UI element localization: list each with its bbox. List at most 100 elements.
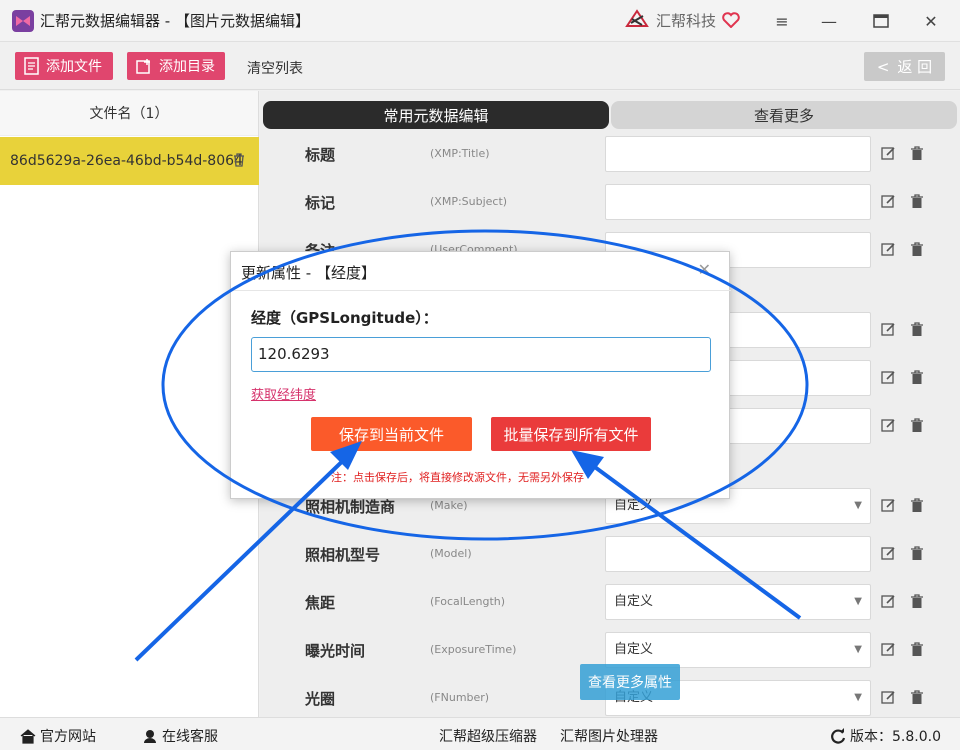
edit-icon[interactable]: [881, 194, 896, 209]
add-file-icon: [24, 57, 39, 75]
website-label: 官方网站: [40, 729, 96, 745]
longitude-input[interactable]: 120.6293: [251, 337, 711, 372]
edit-icon[interactable]: [881, 370, 896, 385]
field-select[interactable]: 自定义 ▼: [605, 584, 871, 620]
more-properties-button[interactable]: 查看更多属性: [580, 664, 680, 700]
dialog-close-icon[interactable]: ✕: [698, 260, 711, 279]
trash-icon[interactable]: [910, 370, 924, 385]
add-dir-label: 添加目录: [159, 59, 215, 75]
field-key: (Make): [430, 499, 468, 512]
edit-icon[interactable]: [881, 322, 896, 337]
file-name: 86d5629a-26ea-46bd-b54d-8064: [10, 153, 243, 169]
update-property-dialog: 更新属性 - 【经度】 ✕ 经度（GPSLongitude）： 120.6293…: [230, 251, 731, 499]
compressor-link[interactable]: 汇帮超级压缩器: [439, 726, 537, 746]
edit-icon[interactable]: [881, 546, 896, 561]
add-file-label: 添加文件: [46, 59, 102, 75]
field-label: 光圈: [305, 690, 336, 708]
select-value: 自定义: [614, 594, 654, 609]
field-key: (FNumber): [430, 691, 490, 704]
add-folder-icon: [136, 58, 150, 74]
chevron-left-icon: <: [876, 57, 890, 76]
trash-icon[interactable]: [910, 418, 924, 433]
field-key: (XMP:Subject): [430, 195, 508, 208]
trash-icon[interactable]: [910, 546, 924, 561]
field-key: (Model): [430, 547, 472, 560]
support-label: 在线客服: [162, 729, 218, 745]
trash-icon[interactable]: [910, 146, 924, 161]
delete-file-icon[interactable]: [233, 153, 245, 167]
field-label: 标题: [305, 146, 336, 164]
file-list-panel: 文件名（1） 86d5629a-26ea-46bd-b54d-8064: [0, 91, 259, 717]
app-logo-icon: [12, 9, 34, 32]
trash-icon[interactable]: [910, 690, 924, 705]
clear-list-button[interactable]: 清空列表: [247, 58, 303, 78]
version-label: 版本：5.8.0.0: [850, 729, 941, 745]
save-current-button[interactable]: 保存到当前文件: [311, 417, 472, 451]
field-row-model: 照相机型号 (Model): [260, 530, 960, 578]
edit-icon[interactable]: [881, 242, 896, 257]
save-note: 注：点击保存后，将直接修改源文件，无需另外保存: [331, 471, 584, 484]
brand-logo-icon: [625, 9, 649, 27]
dropdown-caret-icon: ▼: [854, 692, 862, 703]
longitude-label: 经度（GPSLongitude）：: [251, 309, 438, 327]
edit-icon[interactable]: [881, 498, 896, 513]
maximize-icon[interactable]: [866, 6, 896, 36]
window-title: 汇帮元数据编辑器 - 【图片元数据编辑】: [40, 12, 310, 30]
menu-icon[interactable]: ≡: [767, 6, 797, 36]
trash-icon[interactable]: [910, 498, 924, 513]
edit-icon[interactable]: [881, 418, 896, 433]
edit-icon[interactable]: [881, 642, 896, 657]
field-input[interactable]: [605, 184, 871, 220]
dialog-title: 更新属性 - 【经度】: [241, 264, 376, 282]
edit-icon[interactable]: [881, 146, 896, 161]
field-row-title: 标题 (XMP:Title): [260, 130, 960, 178]
dropdown-caret-icon: ▼: [854, 644, 862, 655]
field-input[interactable]: [605, 136, 871, 172]
field-key: (FocalLength): [430, 595, 506, 608]
brand-name: 汇帮科技: [656, 11, 717, 30]
add-dir-button[interactable]: 添加目录: [127, 52, 225, 80]
trash-icon[interactable]: [910, 594, 924, 609]
trash-icon[interactable]: [910, 322, 924, 337]
title-bar: 汇帮元数据编辑器 - 【图片元数据编辑】 汇帮科技 ≡ — ✕: [0, 0, 960, 42]
close-icon[interactable]: ✕: [916, 6, 946, 36]
trash-icon[interactable]: [910, 194, 924, 209]
field-label: 照相机制造商: [305, 498, 396, 516]
field-label: 焦距: [305, 594, 336, 612]
file-list-header: 文件名（1）: [0, 91, 258, 136]
file-list-item[interactable]: 86d5629a-26ea-46bd-b54d-8064: [0, 137, 259, 185]
official-website-link[interactable]: 官方网站: [20, 726, 96, 746]
select-value: 自定义: [614, 642, 654, 657]
dialog-divider: [231, 290, 731, 291]
back-button[interactable]: < 返 回: [864, 52, 945, 81]
image-tool-link[interactable]: 汇帮图片处理器: [560, 726, 658, 746]
version-info[interactable]: 版本：5.8.0.0: [830, 726, 941, 746]
get-coordinates-link[interactable]: 获取经纬度: [251, 384, 316, 403]
online-support-link[interactable]: 在线客服: [142, 726, 218, 746]
field-key: (XMP:Title): [430, 147, 490, 160]
edit-icon[interactable]: [881, 690, 896, 705]
home-icon: [20, 728, 36, 744]
headset-icon: [144, 730, 156, 743]
dropdown-caret-icon: ▼: [854, 500, 862, 511]
heart-icon[interactable]: [722, 12, 740, 28]
field-label: 标记: [305, 194, 336, 212]
add-file-button[interactable]: 添加文件: [15, 52, 113, 80]
status-bar: 官方网站 在线客服 汇帮超级压缩器 汇帮图片处理器 版本：5.8.0.0: [0, 717, 960, 750]
brand: 汇帮科技: [624, 8, 740, 32]
save-all-button[interactable]: 批量保存到所有文件: [491, 417, 651, 451]
tab-common[interactable]: 常用元数据编辑: [263, 101, 609, 129]
trash-icon[interactable]: [910, 242, 924, 257]
toolbar: 添加文件 添加目录 清空列表 < 返 回: [0, 43, 960, 90]
select-value: 自定义: [614, 498, 654, 513]
field-key: (ExposureTime): [430, 643, 517, 656]
field-input[interactable]: [605, 536, 871, 572]
field-select[interactable]: 自定义 ▼: [605, 632, 871, 668]
field-label: 曝光时间: [305, 642, 366, 660]
edit-icon[interactable]: [881, 594, 896, 609]
tab-more[interactable]: 查看更多: [611, 101, 957, 129]
minimize-icon[interactable]: —: [814, 6, 844, 36]
field-row-subject: 标记 (XMP:Subject): [260, 178, 960, 226]
refresh-icon: [831, 728, 846, 744]
trash-icon[interactable]: [910, 642, 924, 657]
